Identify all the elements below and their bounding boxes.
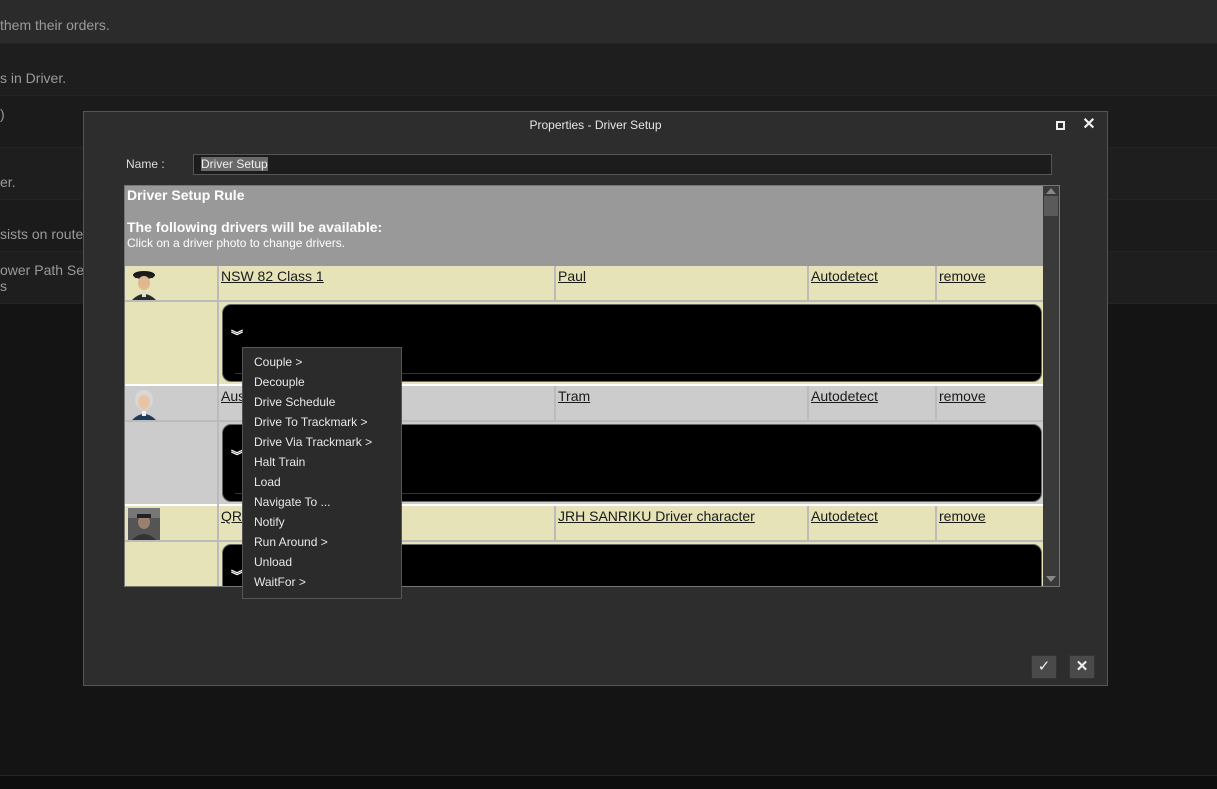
mode-link[interactable]: Autodetect xyxy=(811,268,878,284)
menu-item-decouple[interactable]: Decouple xyxy=(243,372,401,392)
remove-link[interactable]: remove xyxy=(939,268,986,284)
driver-photo-jrh-sanriku[interactable] xyxy=(128,508,160,540)
remove-link[interactable]: remove xyxy=(939,388,986,404)
menu-item-halt-train[interactable]: Halt Train xyxy=(243,452,401,472)
command-row-spacer xyxy=(125,302,219,386)
menu-item-drive-to-trackmark[interactable]: Drive To Trackmark > xyxy=(243,412,401,432)
mode-link[interactable]: Autodetect xyxy=(811,508,878,524)
driver-photo-cell[interactable] xyxy=(125,506,219,542)
menu-item-load[interactable]: Load xyxy=(243,472,401,492)
name-input[interactable]: Driver Setup xyxy=(193,154,1052,175)
command-row-spacer xyxy=(125,542,219,586)
background-text: s xyxy=(0,278,7,294)
command-row-spacer xyxy=(125,422,219,506)
bottom-bar xyxy=(0,775,1217,789)
driver-link[interactable]: Tram xyxy=(558,388,590,404)
panel-hint: Click on a driver photo to change driver… xyxy=(127,236,346,250)
train-link[interactable]: QR xyxy=(221,508,242,524)
mode-link[interactable]: Autodetect xyxy=(811,388,878,404)
driver-photo-paul[interactable] xyxy=(128,268,160,300)
scroll-up-icon[interactable] xyxy=(1046,188,1056,194)
panel-header: Driver Setup Rule The following drivers … xyxy=(125,186,1043,266)
properties-dialog: Properties - Driver Setup ✕ Name : Drive… xyxy=(83,111,1108,686)
background-text: sists on route xyxy=(0,226,84,242)
close-icon: ✕ xyxy=(1075,658,1089,675)
menu-item-drive-schedule[interactable]: Drive Schedule xyxy=(243,392,401,412)
name-input-value: Driver Setup xyxy=(201,157,268,171)
scroll-down-icon[interactable] xyxy=(1046,576,1056,582)
menu-item-couple[interactable]: Couple > xyxy=(243,352,401,372)
background-text: s in Driver. xyxy=(0,70,67,86)
driver-photo-cell[interactable] xyxy=(125,266,219,302)
ok-button[interactable]: ✓ xyxy=(1031,655,1057,679)
menu-item-run-around[interactable]: Run Around > xyxy=(243,532,401,552)
cancel-button[interactable]: ✕ xyxy=(1069,655,1095,679)
driver-photo-cell[interactable] xyxy=(125,386,219,422)
close-icon[interactable]: ✕ xyxy=(1082,117,1096,133)
driver-link[interactable]: Paul xyxy=(558,268,586,284)
panel-subtitle: The following drivers will be available: xyxy=(127,219,383,235)
background-text: er. xyxy=(0,174,16,190)
background-text: ower Path Sele xyxy=(0,262,95,278)
menu-item-notify[interactable]: Notify xyxy=(243,512,401,532)
panel-title: Driver Setup Rule xyxy=(127,187,245,203)
menu-item-waitfor[interactable]: WaitFor > xyxy=(243,572,401,592)
driver-photo-tram[interactable] xyxy=(128,388,160,420)
menu-item-navigate-to[interactable]: Navigate To ... xyxy=(243,492,401,512)
scroll-thumb[interactable] xyxy=(1044,196,1058,216)
remove-link[interactable]: remove xyxy=(939,508,986,524)
name-label: Name : xyxy=(126,157,165,171)
background-text: ) xyxy=(0,106,5,122)
maximize-icon[interactable] xyxy=(1056,121,1065,130)
menu-item-unload[interactable]: Unload xyxy=(243,552,401,572)
menu-item-drive-via-trackmark[interactable]: Drive Via Trackmark > xyxy=(243,432,401,452)
driver-link[interactable]: JRH SANRIKU Driver character xyxy=(558,508,755,524)
background-list-item: them their orders. xyxy=(0,0,1217,44)
dialog-title[interactable]: Properties - Driver Setup xyxy=(84,112,1107,139)
driver-row: NSW 82 Class 1 Paul Autodetect remove xyxy=(125,266,1043,302)
command-context-menu: Couple > Decouple Drive Schedule Drive T… xyxy=(242,347,402,599)
chevron-down-icon[interactable]: ︾ xyxy=(231,330,243,342)
panel-scrollbar[interactable] xyxy=(1043,186,1059,586)
check-icon: ✓ xyxy=(1037,658,1051,675)
background-text: them their orders. xyxy=(0,17,110,33)
train-link[interactable]: NSW 82 Class 1 xyxy=(221,268,324,284)
background-list-item: s in Driver. xyxy=(0,44,1217,96)
